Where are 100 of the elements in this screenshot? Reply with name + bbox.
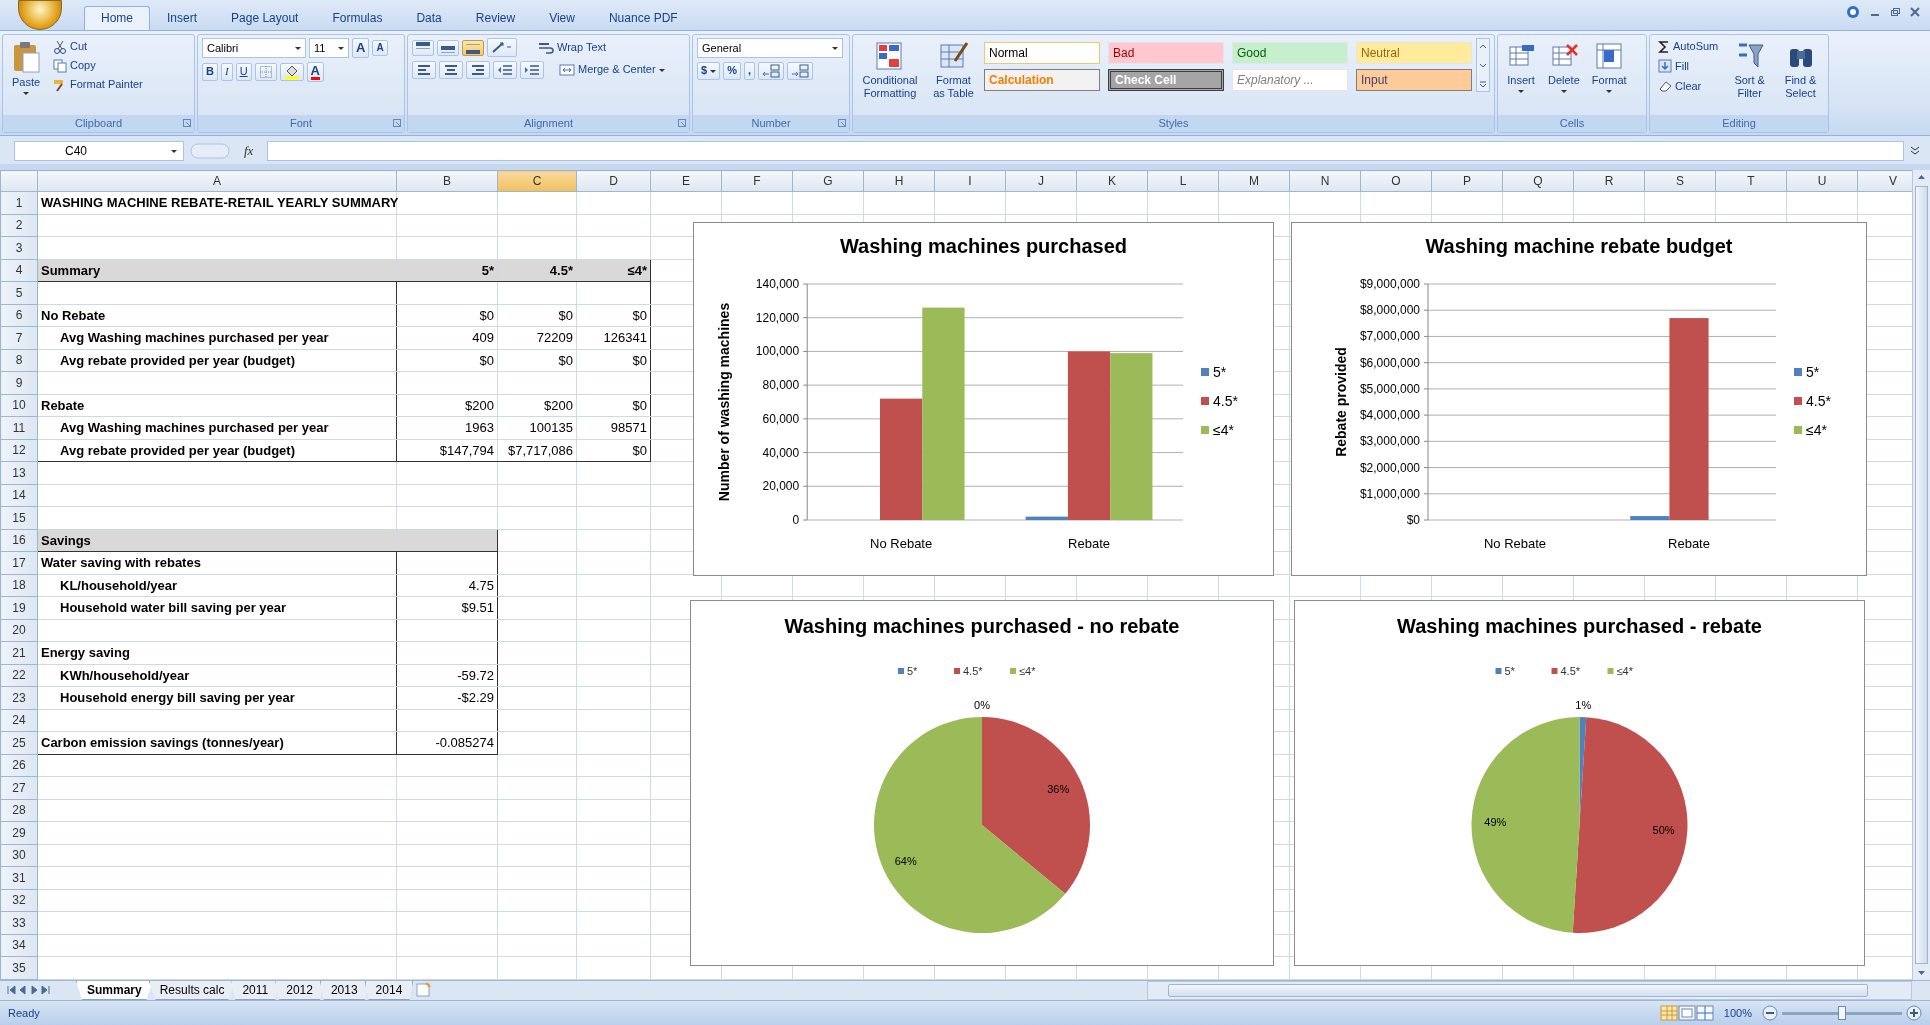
font-size-field[interactable]: 11 (309, 38, 349, 58)
ribbon-tab[interactable]: Page Layout (214, 5, 316, 30)
expand-formula-icon[interactable] (1910, 146, 1920, 156)
sheet-cell[interactable]: $0 (576, 394, 651, 417)
cell-style-option[interactable]: Neutral (1356, 42, 1472, 64)
vertical-align-button[interactable] (437, 39, 459, 56)
row-header[interactable]: 22 (0, 664, 38, 687)
clear-button[interactable]: Clear (1654, 77, 1723, 96)
row-header[interactable]: 34 (0, 934, 38, 957)
row-header[interactable]: 10 (0, 394, 38, 417)
row-header[interactable]: 2 (0, 214, 38, 237)
column-header[interactable]: U (1786, 170, 1858, 192)
font-color-button[interactable]: A (306, 62, 324, 82)
zoom-level[interactable]: 100% (1723, 1004, 1752, 1022)
insert-cells-button[interactable]: Insert (1502, 38, 1540, 97)
column-header[interactable]: F (721, 170, 793, 192)
help-icon[interactable] (1846, 5, 1860, 19)
sheet-tab[interactable]: 2013 (319, 981, 369, 1000)
row-header[interactable]: 11 (0, 416, 38, 439)
row-header[interactable]: 16 (0, 529, 38, 552)
sheet-cell[interactable]: 4.75 (396, 574, 498, 597)
wrap-text-button[interactable]: Wrap Text (534, 38, 611, 57)
cell-style-option[interactable]: Input (1356, 69, 1472, 91)
horizontal-align-button[interactable] (466, 61, 490, 79)
sheet-cell[interactable]: -59.72 (396, 664, 498, 687)
sheet-cell[interactable]: KWh/household/year (37, 664, 397, 687)
dialog-launcher-icon[interactable] (838, 119, 846, 127)
sheet-cell[interactable]: 100135 (497, 416, 577, 439)
sheet-cell[interactable]: $0 (497, 304, 577, 327)
sheet-cell[interactable]: No Rebate (37, 304, 397, 327)
row-header[interactable]: 3 (0, 236, 38, 259)
cell-style-option[interactable]: Normal (984, 42, 1100, 64)
row-header[interactable]: 7 (0, 326, 38, 349)
cut-button[interactable]: Cut (49, 38, 147, 56)
insert-function-button[interactable]: fx (236, 141, 262, 161)
sheet-cell[interactable]: Avg rebate provided per year (budget) (37, 439, 397, 462)
delete-cells-button[interactable]: Delete (1544, 38, 1584, 97)
increase-indent-button[interactable] (520, 61, 544, 79)
fill-color-button[interactable] (279, 63, 304, 81)
dialog-launcher-icon[interactable] (678, 119, 686, 127)
find-select-button[interactable]: Find & Select (1777, 38, 1824, 104)
row-header[interactable]: 18 (0, 574, 38, 597)
name-box[interactable]: C40 (14, 141, 184, 161)
horizontal-scrollbar[interactable] (1147, 981, 1912, 1000)
orientation-button[interactable] (487, 38, 517, 57)
ribbon-tab[interactable]: Nuance PDF (591, 5, 695, 30)
column-header[interactable]: L (1147, 170, 1219, 192)
zoom-slider-thumb[interactable] (1838, 1005, 1846, 1020)
sheet-cell[interactable]: WASHING MACHINE REBATE-RETAIL YEARLY SUMMARY (37, 191, 397, 214)
sheet-cell[interactable]: 98571 (576, 416, 651, 439)
horizontal-align-button[interactable] (412, 61, 436, 79)
sheet-cell[interactable]: 1963 (396, 416, 498, 439)
comma-button[interactable]: , (743, 62, 755, 80)
row-header[interactable]: 17 (0, 551, 38, 574)
column-header[interactable]: P (1431, 170, 1503, 192)
column-header[interactable]: G (792, 170, 864, 192)
ribbon-tab[interactable]: Formulas (315, 5, 400, 30)
sheet-cell[interactable]: Savings (37, 529, 397, 552)
horizontal-align-button[interactable] (439, 61, 463, 79)
sheet-cell[interactable]: Household water bill saving per year (37, 596, 397, 619)
row-header[interactable]: 27 (0, 776, 38, 799)
sheet-cell[interactable]: $0 (576, 304, 651, 327)
row-header[interactable]: 12 (0, 439, 38, 462)
page-break-view-icon[interactable] (1695, 1005, 1714, 1021)
underline-button[interactable]: U (235, 63, 252, 81)
sheet-cell[interactable]: KL/household/year (37, 574, 397, 597)
sheet-cell[interactable]: 409 (396, 326, 498, 349)
row-header[interactable]: 35 (0, 956, 38, 979)
row-header[interactable]: 24 (0, 709, 38, 732)
sheet-cell[interactable]: $147,794 (396, 439, 498, 462)
row-header[interactable]: 14 (0, 484, 38, 507)
row-header[interactable]: 31 (0, 866, 38, 889)
ribbon-tab[interactable]: Insert (150, 5, 215, 30)
paste-button[interactable]: Paste (7, 38, 45, 99)
sheet-cell[interactable]: $200 (396, 394, 498, 417)
column-header[interactable]: O (1360, 170, 1432, 192)
ribbon-tab[interactable]: Data (399, 5, 459, 30)
row-header[interactable]: 32 (0, 889, 38, 912)
row-header[interactable]: 8 (0, 349, 38, 372)
percent-button[interactable]: % (723, 62, 741, 80)
column-header[interactable]: C (497, 170, 577, 192)
sheet-tab[interactable]: 2014 (364, 981, 414, 1000)
row-header[interactable]: 21 (0, 641, 38, 664)
column-header[interactable]: E (650, 170, 722, 192)
sheet-cell[interactable]: $200 (497, 394, 577, 417)
row-header[interactable]: 1 (0, 191, 38, 214)
cell-style-option[interactable]: Bad (1108, 42, 1224, 64)
sheet-cell[interactable]: Carbon emission savings (tonnes/year) (37, 731, 397, 754)
sheet-tab[interactable]: Summary (76, 981, 153, 1000)
format-cells-button[interactable]: Format (1587, 38, 1631, 97)
column-header[interactable]: A (37, 170, 397, 192)
sheet-cell[interactable]: Rebate (37, 394, 397, 417)
zoom-out-icon[interactable] (1762, 1005, 1778, 1021)
merge-center-button[interactable]: Merge & Center (555, 61, 669, 79)
vertical-align-button[interactable] (462, 39, 484, 56)
column-header[interactable]: I (934, 170, 1006, 192)
sheet-cell[interactable]: Avg Washing machines purchased per year (37, 326, 397, 349)
sheet-cell[interactable]: $0 (576, 439, 651, 462)
vertical-scrollbar[interactable] (1912, 170, 1930, 980)
increase-decimal-button[interactable] (757, 62, 784, 80)
